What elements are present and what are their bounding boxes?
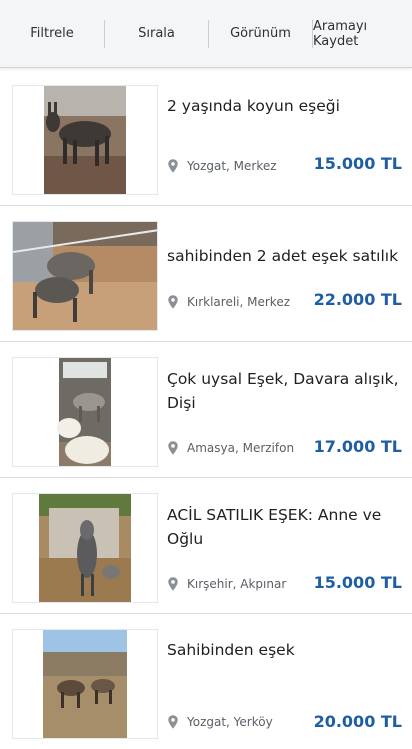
map-pin-icon [168,441,178,455]
listing-title[interactable]: Çok uysal Eşek, Davara alışık, Dişi [167,367,403,415]
listing-location-text: Yozgat, Merkez [187,159,277,173]
listing-item[interactable]: sahibinden 2 adet eşek satılık Kırklarel… [0,206,412,342]
listing-location: Kırşehir, Akpınar [165,576,286,592]
listing-location: Kırklareli, Merkez [165,294,290,310]
filter-button[interactable]: Filtrele [0,0,104,67]
view-button[interactable]: Görünüm [209,0,312,67]
listing-title[interactable]: Sahibinden eşek [167,638,403,662]
listing-location-text: Kırklareli, Merkez [187,295,290,309]
listing-toolbar: Filtrele Sırala Görünüm Aramayı Kaydet [0,0,412,68]
listing-price: 17.000 TL [313,437,402,456]
listing-price: 20.000 TL [313,712,402,731]
listing-item[interactable]: 2 yaşında koyun eşeği Yozgat, Merkez 15.… [0,70,412,206]
listing-location: Amasya, Merzifon [165,440,294,456]
listing-item[interactable]: Çok uysal Eşek, Davara alışık, Dişi Amas… [0,342,412,478]
listing-item[interactable]: Sahibinden eşek Yozgat, Yerköy 20.000 TL [0,614,412,749]
listing-thumbnail[interactable] [12,85,158,195]
save-search-label: Aramayı Kaydet [313,18,368,49]
sort-button[interactable]: Sırala [105,0,208,67]
listing-thumbnail[interactable] [12,629,158,739]
listing-thumbnail[interactable] [12,357,158,467]
listing-title[interactable]: 2 yaşında koyun eşeği [167,94,403,118]
listing-title[interactable]: sahibinden 2 adet eşek satılık [167,244,403,268]
listing-location-text: Kırşehir, Akpınar [187,577,287,591]
save-search-button[interactable]: Aramayı Kaydet [313,0,411,67]
listing-location-text: Amasya, Merzifon [187,441,295,455]
listing-location: Yozgat, Merkez [165,158,277,174]
filter-label: Filtrele [30,26,74,41]
listing-item[interactable]: ACİL SATILIK EŞEK: Anne ve Oğlu Kırşehir… [0,478,412,614]
listing-location: Yozgat, Yerköy [165,714,273,730]
listing-thumbnail[interactable] [12,221,158,331]
listing-price: 15.000 TL [313,154,402,173]
listing-title[interactable]: ACİL SATILIK EŞEK: Anne ve Oğlu [167,503,403,551]
listing-location-text: Yozgat, Yerköy [187,715,273,729]
listing-price: 15.000 TL [313,573,402,592]
map-pin-icon [168,715,178,729]
listing-thumbnail[interactable] [12,493,158,603]
view-label: Görünüm [230,26,291,41]
map-pin-icon [168,159,178,173]
map-pin-icon [168,295,178,309]
listing-list: 2 yaşında koyun eşeği Yozgat, Merkez 15.… [0,70,412,749]
sort-label: Sırala [138,26,175,41]
listing-price: 22.000 TL [313,290,402,309]
map-pin-icon [168,577,178,591]
